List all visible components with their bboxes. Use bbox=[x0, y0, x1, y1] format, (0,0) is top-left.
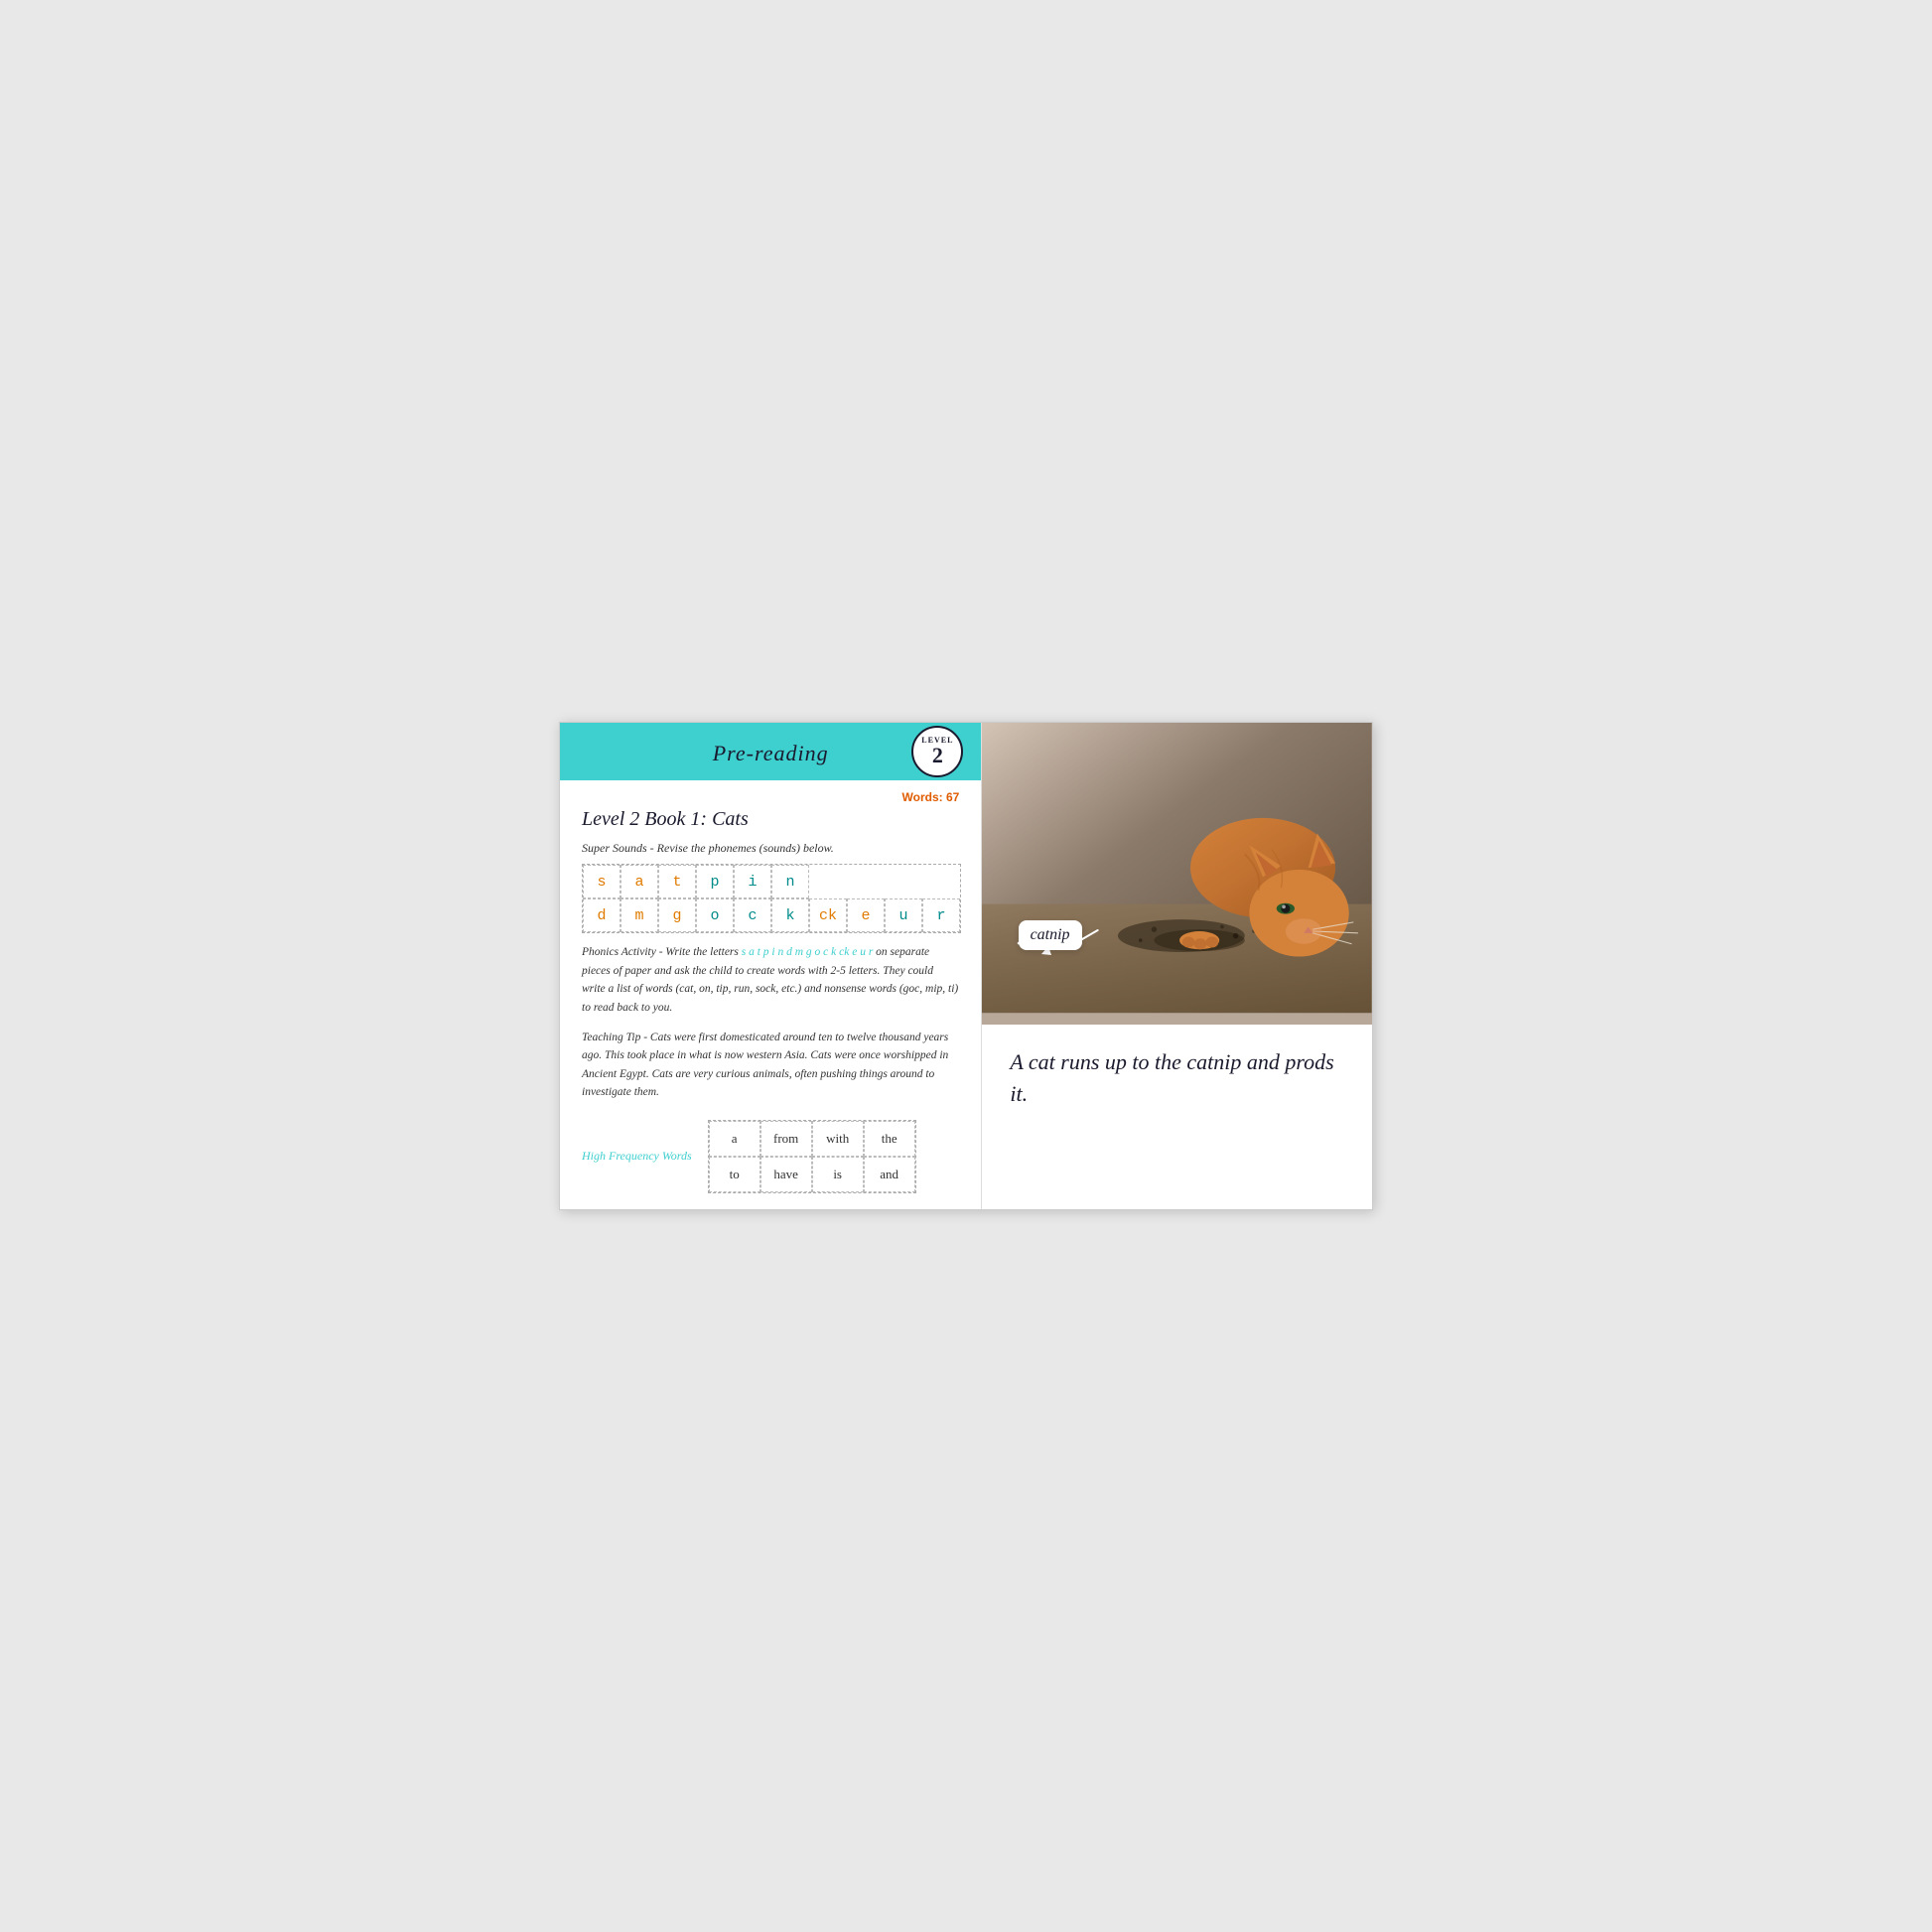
hfw-label: High Frequency Words bbox=[582, 1149, 692, 1164]
level-badge: LEVEL 2 bbox=[911, 726, 963, 777]
phonics-cell-t: t bbox=[658, 865, 696, 898]
phonics-cell-o: o bbox=[696, 898, 734, 932]
right-text-area: A cat runs up to the catnip and prods it… bbox=[982, 1025, 1372, 1209]
header-title: Pre-reading bbox=[713, 741, 829, 766]
phonics-cell-p: p bbox=[696, 865, 734, 898]
hfw-cell-the: the bbox=[864, 1121, 915, 1157]
level-number: 2 bbox=[932, 745, 943, 766]
phonics-cell-r: r bbox=[922, 898, 960, 932]
phonics-cell-n: n bbox=[771, 865, 809, 898]
book-spread: Pre-reading LEVEL 2 Words: 67 Level 2 Bo… bbox=[559, 722, 1373, 1209]
hfw-cell-and: and bbox=[864, 1157, 915, 1192]
hfw-section: High Frequency Words a from with the to … bbox=[582, 1120, 959, 1193]
header-bar: Pre-reading LEVEL 2 bbox=[560, 723, 981, 780]
catnip-label: catnip bbox=[1019, 920, 1082, 950]
hfw-cell-from: from bbox=[760, 1121, 812, 1157]
phonics-cell-ck: ck bbox=[809, 898, 847, 932]
book-title: Level 2 Book 1: Cats bbox=[582, 808, 959, 831]
words-number: 67 bbox=[946, 790, 959, 804]
words-label: Words: bbox=[902, 790, 943, 804]
phonics-cell-k: k bbox=[771, 898, 809, 932]
phonics-cell-d: d bbox=[583, 898, 621, 932]
teaching-tip: Teaching Tip - Cats were first domestica… bbox=[582, 1029, 959, 1102]
hfw-cell-a: a bbox=[709, 1121, 760, 1157]
phonics-row-2: d m g o c k ck e u r bbox=[583, 898, 960, 932]
catnip-label-container: catnip bbox=[1014, 928, 1053, 958]
left-page: Pre-reading LEVEL 2 Words: 67 Level 2 Bo… bbox=[560, 723, 982, 1208]
cat-image-container: catnip bbox=[982, 723, 1372, 1024]
hfw-grid: a from with the to have is and bbox=[708, 1120, 916, 1193]
phonics-cell-e: e bbox=[847, 898, 885, 932]
phonics-cell-m: m bbox=[621, 898, 658, 932]
super-sounds-label: Super Sounds - Revise the phonemes (soun… bbox=[582, 841, 959, 856]
phonics-cell-c: c bbox=[734, 898, 771, 932]
hfw-cell-to: to bbox=[709, 1157, 760, 1192]
words-count: Words: 67 bbox=[582, 790, 959, 804]
phonics-row-1: s a t p i n bbox=[583, 865, 960, 898]
story-sentence: A cat runs up to the catnip and prods it… bbox=[1010, 1046, 1344, 1110]
right-page: catnip A cat runs up to the catnip and p… bbox=[982, 723, 1372, 1208]
cat-illustration bbox=[982, 723, 1372, 1013]
phonics-cell-i: i bbox=[734, 865, 771, 898]
hfw-row-2: to have is and bbox=[709, 1157, 915, 1192]
phonics-highlight: s a t p i n d m g o c k ck e u r bbox=[742, 946, 874, 958]
hfw-cell-with: with bbox=[812, 1121, 864, 1157]
phonics-cell-s: s bbox=[583, 865, 621, 898]
phonics-cell-a: a bbox=[621, 865, 658, 898]
phonics-activity: Phonics Activity - Write the letters s a… bbox=[582, 943, 959, 1017]
left-content: Words: 67 Level 2 Book 1: Cats Super Sou… bbox=[560, 780, 981, 1208]
phonics-cell-u: u bbox=[885, 898, 922, 932]
phonics-cell-g: g bbox=[658, 898, 696, 932]
hfw-cell-is: is bbox=[812, 1157, 864, 1192]
hfw-row-1: a from with the bbox=[709, 1121, 915, 1157]
outer-container: Pre-reading LEVEL 2 Words: 67 Level 2 Bo… bbox=[519, 662, 1413, 1269]
phonics-grid: s a t p i n d m g o c k ck bbox=[582, 864, 961, 933]
hfw-cell-have: have bbox=[760, 1157, 812, 1192]
